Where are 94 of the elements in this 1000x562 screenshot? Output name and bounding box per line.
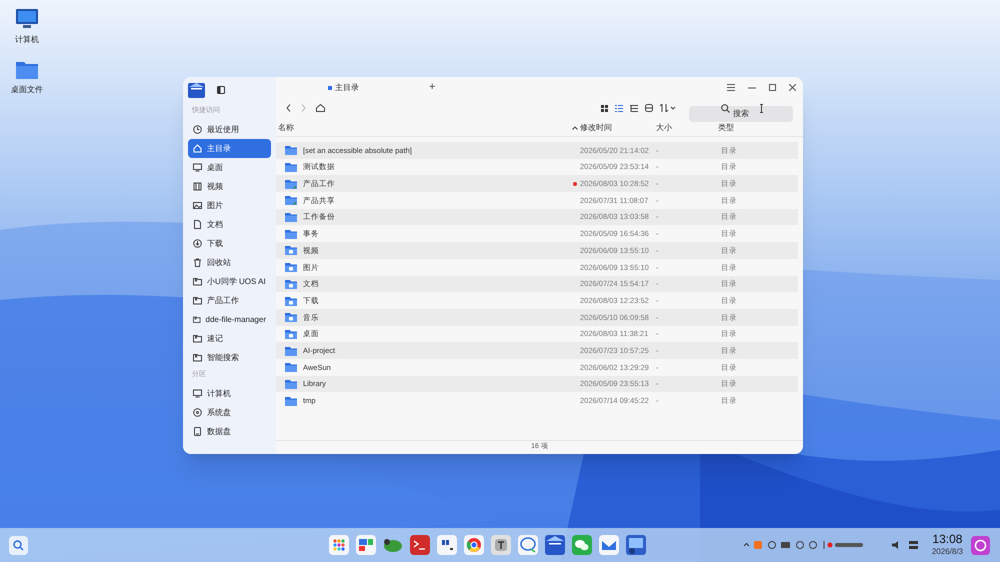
folder-icon [285, 228, 297, 239]
search-icon [13, 540, 24, 550]
sidebar-item[interactable]: 视频 [188, 177, 271, 196]
chat-bubble-icon[interactable] [518, 535, 538, 555]
monitor-icon [193, 163, 202, 172]
sidebar-item[interactable]: 文档 [188, 215, 271, 234]
sidebar-item[interactable]: 计算机 [188, 384, 271, 403]
bookmark-folder-icon [193, 315, 201, 324]
multitask-icon[interactable] [356, 535, 376, 555]
folder-icon [285, 212, 297, 222]
search-field[interactable]: 搜索 [689, 106, 793, 122]
sidebar-item[interactable]: 桌面 [188, 158, 271, 177]
special-folder-icon [285, 312, 297, 322]
monitor-icon[interactable] [15, 8, 39, 30]
bookmark-folder-icon [193, 353, 202, 362]
sidebar-item[interactable]: 图片 [188, 196, 271, 215]
trash-icon [193, 258, 202, 267]
browser-icon[interactable] [464, 535, 484, 555]
home-icon[interactable] [316, 104, 325, 112]
column-header[interactable]: 修改时间 [580, 122, 612, 134]
desktop-icon-label[interactable]: 桌面文件 [11, 84, 43, 96]
minimize-icon[interactable] [748, 86, 756, 88]
menu-icon[interactable] [727, 84, 735, 91]
sort-ascending-icon[interactable] [572, 126, 578, 130]
sidebar-item[interactable]: 主目录 [188, 139, 271, 158]
sidebar-item[interactable]: 系统盘 [188, 403, 271, 422]
image-viewer-icon[interactable] [626, 535, 646, 555]
folder-icon [285, 346, 297, 356]
film-icon [193, 182, 202, 191]
monitor-icon [193, 389, 202, 398]
network-icon[interactable] [908, 541, 918, 549]
shared-folder-icon [285, 178, 297, 189]
special-folder-icon [285, 296, 297, 306]
sidebar-item[interactable]: 下载 [188, 234, 271, 253]
icon-view-icon[interactable] [601, 104, 608, 112]
sidebar-toggle-icon[interactable] [217, 86, 225, 94]
bookmark-folder-icon [193, 334, 202, 343]
text-cursor-icon [760, 104, 763, 113]
app-store-icon[interactable] [971, 536, 990, 554]
special-folder-icon [285, 245, 297, 256]
shared-folder-icon [285, 195, 297, 206]
new-tab-button[interactable]: + [429, 79, 436, 96]
sidebar-item[interactable]: dde-file-manager [188, 310, 271, 329]
wechat-icon[interactable] [572, 535, 592, 555]
special-folder-icon [285, 278, 297, 289]
tree-view-icon[interactable] [630, 104, 638, 112]
launcher-button[interactable] [9, 536, 28, 554]
mail-icon[interactable] [599, 535, 619, 555]
file-manager-icon[interactable] [545, 535, 565, 555]
list-view-icon[interactable] [615, 104, 623, 112]
clock-icon [193, 125, 202, 134]
terminal-icon[interactable] [410, 535, 430, 555]
tray-drawing[interactable] [744, 540, 864, 550]
column-header[interactable]: 名称 [278, 122, 294, 134]
volume-icon[interactable] [892, 541, 901, 549]
column-header[interactable]: 大小 [656, 122, 672, 134]
folder-icon [285, 162, 297, 172]
launcher-grid-icon[interactable] [329, 535, 349, 555]
sidebar-item[interactable]: 产品工作 [188, 291, 271, 310]
quote-icon[interactable] [437, 535, 457, 555]
back-icon[interactable] [286, 104, 291, 112]
bookmark-folder-icon [193, 277, 202, 286]
editor-icon[interactable] [491, 535, 511, 555]
sidebar-item[interactable]: 小U同学 UOS AI [188, 272, 271, 291]
folder-icon [285, 396, 297, 406]
document-icon [193, 220, 202, 229]
special-folder-icon [285, 328, 297, 339]
drive-icon [193, 427, 202, 436]
sidebar-item[interactable]: 智能搜索 [188, 348, 271, 367]
folder-icon[interactable] [15, 60, 39, 80]
folder-icon [285, 378, 297, 389]
maximize-icon[interactable] [769, 84, 776, 91]
preview-icon[interactable] [645, 104, 653, 112]
clock[interactable]: 13:08 [932, 532, 962, 546]
image-icon [193, 201, 202, 210]
sort-icon[interactable] [660, 104, 676, 112]
tab[interactable]: 主目录 [324, 82, 363, 94]
sidebar-item[interactable]: 速记 [188, 329, 271, 348]
desktop-icon-label[interactable]: 计算机 [15, 34, 39, 46]
home-icon [193, 144, 202, 153]
folder-icon [285, 362, 297, 372]
sidebar-item[interactable]: 回收站 [188, 253, 271, 272]
date[interactable]: 2026/8/3 [932, 546, 963, 558]
search-icon [721, 104, 730, 113]
file-manager-logo-icon [188, 82, 205, 98]
disk-icon [193, 408, 202, 417]
close-icon[interactable] [789, 84, 796, 91]
folder-icon [285, 145, 297, 156]
sidebar-item[interactable]: 最近使用 [188, 120, 271, 139]
bookmark-folder-icon [193, 296, 202, 305]
special-folder-icon [285, 262, 297, 272]
download-icon [193, 239, 202, 248]
column-header[interactable]: 类型 [718, 122, 734, 134]
sidebar-item[interactable]: 数据盘 [188, 422, 271, 441]
